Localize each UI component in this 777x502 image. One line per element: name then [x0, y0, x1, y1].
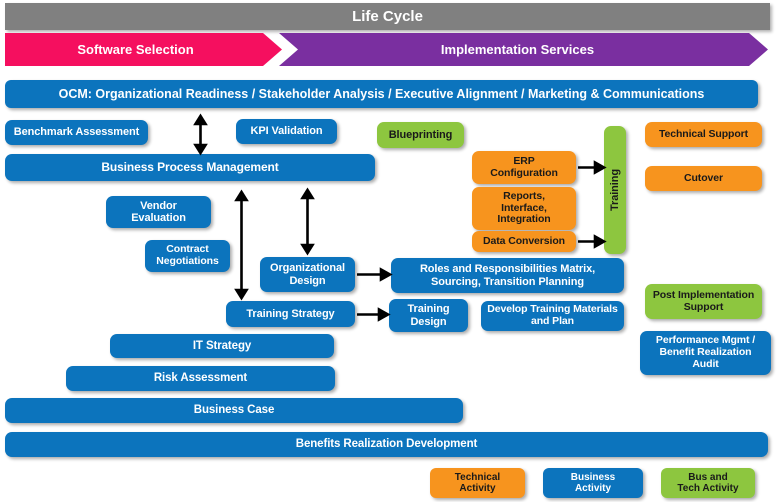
node-reports-interface-integration[interactable]: Reports, Interface, Integration	[472, 187, 576, 230]
node-technical-support-label: Technical Support	[658, 127, 749, 140]
node-business-process-management[interactable]: Business Process Management	[5, 154, 375, 181]
node-organizational-design[interactable]: Organizational Design	[260, 257, 355, 292]
ocm-band-label: OCM: Organizational Readiness / Stakehol…	[58, 87, 705, 101]
node-performance-mgmt-audit-label: Performance Mgmt / Benefit Realization Aud…	[655, 334, 756, 370]
node-it-strategy-label: IT Strategy	[192, 339, 252, 352]
arrow-erp-training	[578, 160, 607, 175]
arrow-benchmark-bpm	[193, 113, 208, 156]
node-contract-negotiations-label: Contract Negotiations	[156, 243, 219, 267]
node-develop-training-materials[interactable]: Develop Training Materials and Plan	[481, 301, 624, 331]
life-cycle-title-bar: Life Cycle	[5, 3, 770, 30]
node-training-vertical[interactable]: Training	[604, 126, 626, 254]
node-vendor-evaluation[interactable]: Vendor Evaluation	[106, 196, 211, 228]
node-technical-support[interactable]: Technical Support	[645, 122, 762, 147]
arrow-bpm-orgdesign	[300, 187, 315, 256]
node-benefits-realization-development[interactable]: Benefits Realization Development	[5, 432, 768, 457]
node-cutover[interactable]: Cutover	[645, 166, 762, 191]
legend-technical-activity-label: Technical Activity	[454, 471, 501, 495]
phase-implementation-services-label: Implementation Services	[440, 42, 595, 57]
node-data-conversion-label: Data Conversion	[483, 234, 565, 247]
phase-software-selection[interactable]: Software Selection	[5, 33, 282, 66]
node-benchmark-assessment-label: Benchmark Assessment	[13, 126, 140, 139]
node-benchmark-assessment[interactable]: Benchmark Assessment	[5, 120, 148, 145]
node-vendor-evaluation-label: Vendor Evaluation	[131, 199, 186, 224]
phase-software-selection-label: Software Selection	[77, 42, 194, 57]
node-benefits-realization-development-label: Benefits Realization Development	[295, 438, 478, 451]
node-roles-responsibilities[interactable]: Roles and Responsibilities Matrix, Sourci…	[391, 258, 624, 293]
node-training-design[interactable]: Training Design	[389, 299, 468, 332]
node-it-strategy[interactable]: IT Strategy	[110, 334, 334, 358]
node-kpi-validation[interactable]: KPI Validation	[236, 119, 337, 144]
arrow-trainstrat-traindes	[357, 307, 391, 322]
node-business-case-label: Business Case	[193, 404, 275, 417]
node-data-conversion[interactable]: Data Conversion	[472, 231, 576, 252]
node-performance-mgmt-audit[interactable]: Performance Mgmt / Benefit Realization Aud…	[640, 331, 771, 375]
node-blueprinting-label: Blueprinting	[388, 128, 453, 141]
legend-bus-tech-activity[interactable]: Bus and Tech Activity	[661, 468, 755, 498]
node-risk-assessment-label: Risk Assessment	[153, 372, 248, 385]
arrow-bpm-trainingstrategy	[234, 189, 249, 301]
ocm-band: OCM: Organizational Readiness / Stakehol…	[5, 80, 758, 108]
legend-bus-tech-activity-label: Bus and Tech Activity	[677, 471, 739, 495]
node-reports-interface-integration-label: Reports, Interface, Integration	[497, 189, 551, 226]
node-erp-configuration-label: ERP Configuration	[490, 154, 558, 179]
diagram-canvas: Life Cycle Software Selection Implementa…	[0, 0, 777, 502]
node-training-strategy-label: Training Strategy	[246, 307, 335, 320]
node-blueprinting[interactable]: Blueprinting	[377, 122, 464, 148]
node-business-process-management-label: Business Process Management	[101, 159, 279, 174]
node-develop-training-materials-label: Develop Training Materials and Plan	[487, 303, 618, 327]
node-roles-responsibilities-label: Roles and Responsibilities Matrix, Sourci…	[419, 263, 596, 288]
node-erp-configuration[interactable]: ERP Configuration	[472, 151, 576, 184]
arrow-dataconv-training	[578, 234, 607, 249]
node-post-implementation-support-label: Post Implementation Support	[652, 288, 755, 313]
legend-technical-activity[interactable]: Technical Activity	[430, 468, 525, 498]
legend-business-activity[interactable]: Business Activity	[543, 468, 643, 498]
node-training-strategy[interactable]: Training Strategy	[226, 301, 355, 327]
arrow-orgdesign-roles	[357, 267, 393, 282]
node-training-vertical-label: Training	[608, 169, 621, 211]
phase-implementation-services[interactable]: Implementation Services	[279, 33, 768, 66]
life-cycle-title: Life Cycle	[352, 8, 423, 25]
node-organizational-design-label: Organizational Design	[270, 262, 345, 287]
node-training-design-label: Training Design	[407, 303, 450, 328]
node-contract-negotiations[interactable]: Contract Negotiations	[145, 240, 230, 272]
node-cutover-label: Cutover	[684, 171, 723, 184]
node-kpi-validation-label: KPI Validation	[250, 125, 323, 138]
node-post-implementation-support[interactable]: Post Implementation Support	[645, 284, 762, 319]
node-business-case[interactable]: Business Case	[5, 398, 463, 423]
legend-business-activity-label: Business Activity	[570, 471, 616, 495]
node-risk-assessment[interactable]: Risk Assessment	[66, 366, 335, 391]
